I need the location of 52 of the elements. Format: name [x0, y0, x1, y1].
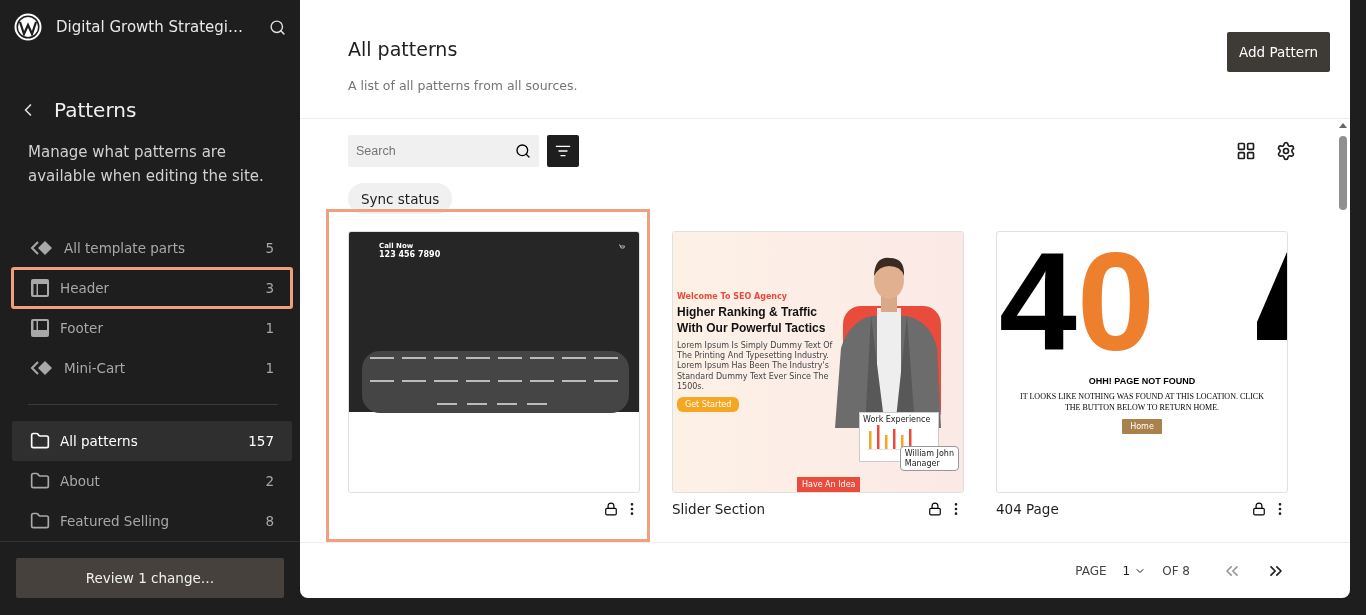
get-started-button: Get Started [677, 396, 740, 412]
lock-icon [1252, 502, 1266, 516]
diamond-icon [30, 239, 54, 257]
home-button: Home [1122, 419, 1162, 435]
folder-icon [30, 511, 50, 531]
page-description: A list of all patterns from all sources. [348, 78, 578, 93]
wordpress-logo [14, 13, 42, 41]
page-title: All patterns [348, 38, 459, 60]
add-pattern-button[interactable]: Add Pattern [1227, 32, 1330, 72]
pattern-title: 404 Page [996, 501, 1059, 517]
sidebar-title: Patterns [54, 98, 137, 122]
error-heading: OHH! PAGE NOT FOUND [1088, 376, 1196, 386]
hero-heading: Higher Ranking & Traffic With Our Powerful Tactics [677, 305, 827, 337]
sidebar-description: Manage what patterns are available when editing the site. [28, 142, 265, 187]
diamond-icon [30, 359, 54, 377]
grid-view-icon[interactable] [1236, 141, 1256, 161]
phone-number: 123 456 7890 [379, 250, 441, 260]
template-part-item[interactable]: Footer 1 [12, 308, 292, 348]
lock-icon [604, 502, 618, 516]
page-label: PAGE [1075, 563, 1107, 578]
error-message: IT LOOKS LIKE NOTHING WAS FOUND AT THIS LOCATION. CLICK THE BUTTON BELOW TO RETURN HOME. [1019, 391, 1265, 414]
category-item[interactable]: Featured Selling 8 [12, 501, 292, 541]
person-name: William John [904, 449, 954, 459]
page-count: OF 8 [1162, 563, 1190, 578]
pattern-card[interactable]: 40 OHH! PAGE NOT FOUND IT LOOKS LIKE NOTHING WAS FOUND AT THIS LOCATION. CLICK THE BUTTON BELOW TO RETURN HOME. Home 404 Page [974, 209, 1298, 542]
search-icon[interactable] [269, 18, 286, 36]
search-field[interactable]: Search [348, 135, 539, 167]
template-part-item[interactable]: Mini-Cart 1 [12, 348, 292, 388]
review-button[interactable]: Review 1 change… [16, 558, 284, 598]
footer-layout-icon [30, 318, 50, 338]
category-item[interactable]: All patterns 157 [12, 421, 292, 461]
scroll-up-icon [1339, 123, 1347, 128]
folder-icon [30, 471, 50, 491]
person-role: Manager [904, 458, 941, 469]
pattern-title: Slider Section [672, 501, 765, 517]
error-digits: 40 [999, 232, 1155, 372]
template-part-item[interactable]: Header 3 [12, 268, 292, 308]
body-text: Lorem Ipsum Is Simply Dummy Text Of The Printing And Typesetting Industry. Lorem Ipsum Has Been The Industry's Standard Dummy Text Ever Since The 1500s. [677, 340, 834, 393]
settings-icon[interactable] [1276, 141, 1296, 161]
template-part-item[interactable]: All template parts 5 [12, 228, 292, 268]
eyebrow-text: Welcome To SEO Agency [677, 292, 788, 302]
lock-icon [928, 502, 942, 516]
page-select[interactable]: 1 [1114, 563, 1155, 578]
category-item[interactable]: About 2 [12, 461, 292, 501]
chart-title: Work Experience [863, 415, 932, 425]
folder-icon [30, 431, 50, 451]
header-layout-icon [30, 278, 50, 298]
search-icon [515, 143, 531, 159]
filter-icon [555, 143, 571, 159]
filter-button[interactable] [547, 135, 579, 167]
site-title: Digital Growth Strategi… [56, 18, 245, 36]
idea-tab: Have An Idea [797, 477, 861, 492]
